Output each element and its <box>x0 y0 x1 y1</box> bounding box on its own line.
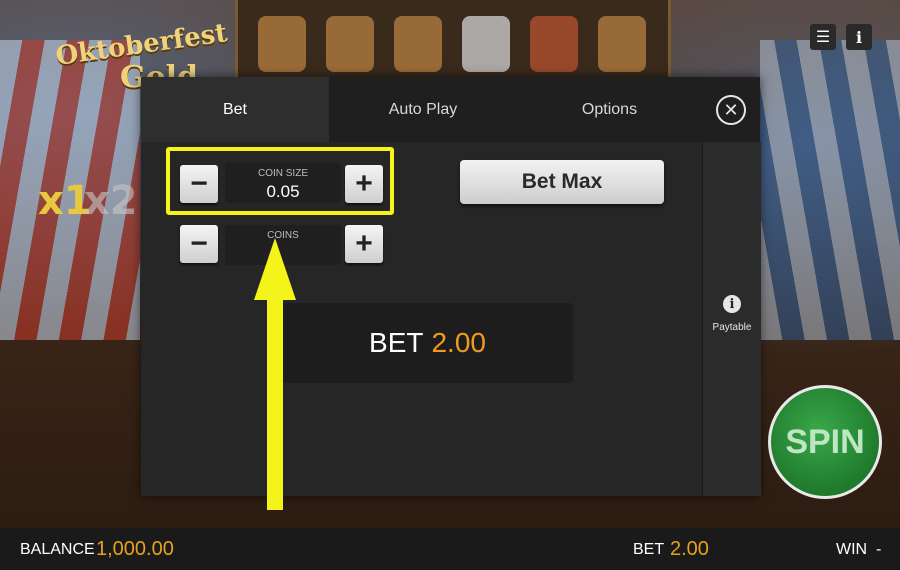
coins-label: COINS <box>267 230 299 241</box>
balance-value: 1,000.00 <box>96 538 174 560</box>
paytable-link[interactable]: Paytable <box>703 322 761 333</box>
multiplier-x2: x2 <box>84 178 138 224</box>
bet-max-button[interactable]: Bet Max <box>460 160 664 204</box>
close-icon[interactable]: ✕ <box>716 95 746 125</box>
win-label: WIN <box>836 541 868 558</box>
bet-settings-modal: Bet Auto Play Options ✕ − COIN SIZE 0.05… <box>141 77 761 496</box>
bet-total-value: 2.00 <box>431 327 486 358</box>
status-bar: BALANCE 1,000.00 BET 2.00 WIN - <box>0 528 900 570</box>
sausage-symbol <box>530 16 578 72</box>
tab-auto-play[interactable]: Auto Play <box>329 77 517 142</box>
tab-bar: Bet Auto Play Options ✕ <box>141 77 760 142</box>
bet-total-display: BET 2.00 <box>282 303 573 383</box>
reel-window <box>235 0 671 83</box>
bet-label: BET <box>633 541 665 558</box>
side-panel: i Paytable <box>702 142 761 496</box>
tab-bet[interactable]: Bet <box>141 77 329 142</box>
coins-increase-button[interactable]: + <box>345 225 383 263</box>
paytable-info-icon[interactable]: i <box>723 295 741 313</box>
bet-value: 2.00 <box>670 538 709 560</box>
pretzel-symbol <box>598 16 646 72</box>
tab-options[interactable]: Options <box>517 77 702 142</box>
coins-display: COINS <box>225 225 341 265</box>
menu-icon[interactable]: ☰ <box>810 24 836 50</box>
balance-label: BALANCE <box>20 541 95 558</box>
pretzel-symbol <box>394 16 442 72</box>
accordion-symbol <box>462 16 510 72</box>
spin-button[interactable]: SPIN <box>768 385 882 499</box>
coin-size-highlight-box <box>166 147 394 215</box>
barrel-symbol <box>258 16 306 72</box>
pretzel-symbol <box>326 16 374 72</box>
bet-total-label: BET <box>369 327 424 358</box>
coins-decrease-button[interactable]: − <box>180 225 218 263</box>
info-icon[interactable]: i <box>846 24 872 50</box>
win-value: - <box>876 541 882 558</box>
spin-label: SPIN <box>785 422 865 461</box>
tent-right <box>760 40 900 340</box>
